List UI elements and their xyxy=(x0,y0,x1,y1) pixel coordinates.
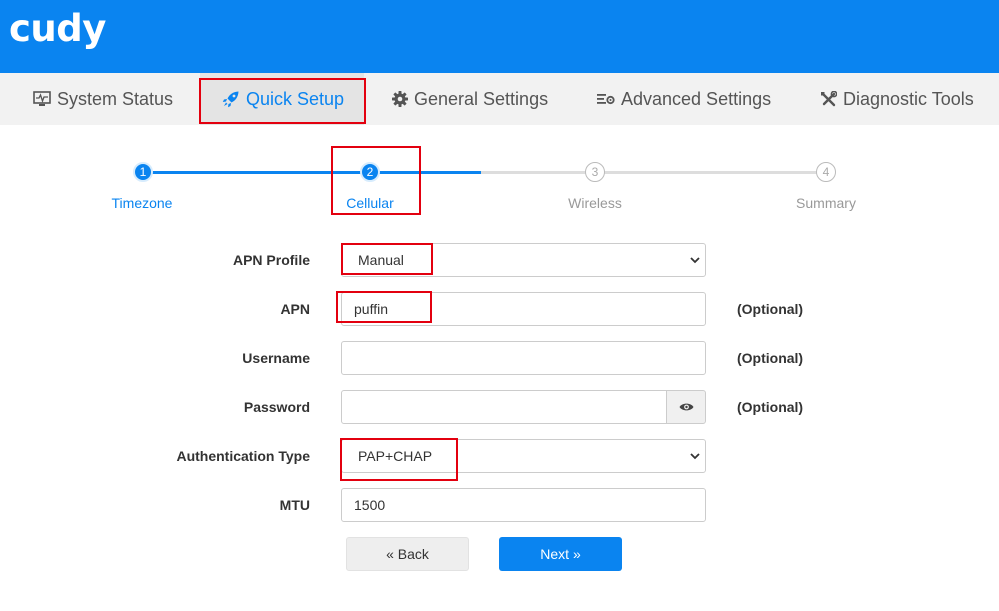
next-button[interactable]: Next » xyxy=(499,537,622,571)
apn-profile-label: APN Profile xyxy=(232,252,310,268)
apn-optional-note: (Optional) xyxy=(737,301,804,317)
nav-general-settings-label: General Settings xyxy=(414,88,549,109)
nav-diagnostic-tools[interactable]: Diagnostic Tools xyxy=(820,73,974,125)
main-nav: System Status Quick Setup General Settin… xyxy=(0,73,999,125)
step-4-marker: 4 xyxy=(816,162,836,182)
apn-profile-select[interactable]: Manual xyxy=(341,243,706,277)
stepper-remaining-line xyxy=(481,171,826,174)
nav-general-settings[interactable]: General Settings xyxy=(392,73,548,125)
step-2-label: Cellular xyxy=(346,195,394,211)
apn-input[interactable]: puffin xyxy=(341,292,706,326)
apn-profile-value: Manual xyxy=(358,252,404,268)
chevron-down-icon xyxy=(690,453,700,460)
nav-advanced-settings-label: Advanced Settings xyxy=(621,88,772,109)
password-label: Password xyxy=(243,399,310,415)
mtu-label: MTU xyxy=(279,497,310,513)
back-button[interactable]: « Back xyxy=(346,537,469,571)
nav-diagnostic-tools-label: Diagnostic Tools xyxy=(843,88,974,109)
password-input[interactable] xyxy=(341,390,667,424)
username-label: Username xyxy=(242,350,310,366)
username-input[interactable] xyxy=(341,341,706,375)
password-optional-note: (Optional) xyxy=(737,399,804,415)
auth-type-label: Authentication Type xyxy=(176,448,310,464)
nav-advanced-settings[interactable]: Advanced Settings xyxy=(597,73,771,125)
nav-system-status[interactable]: System Status xyxy=(33,73,173,125)
nav-quick-setup-label: Quick Setup xyxy=(246,88,345,109)
step-1-marker: 1 xyxy=(133,162,153,182)
sliders-icon xyxy=(597,94,615,105)
step-3-marker: 3 xyxy=(585,162,605,182)
cudy-logo[interactable]: cudy xyxy=(9,10,106,47)
nav-quick-setup[interactable]: Quick Setup xyxy=(200,73,364,125)
mtu-value: 1500 xyxy=(354,497,386,513)
apn-value: puffin xyxy=(354,301,388,317)
auth-type-select[interactable]: PAP+CHAP xyxy=(341,439,706,473)
step-3-label: Wireless xyxy=(568,195,622,211)
username-optional-note: (Optional) xyxy=(737,350,804,366)
step-2-marker: 2 xyxy=(360,162,380,182)
stepper-progress-line xyxy=(143,171,481,174)
step-4-label: Summary xyxy=(796,195,856,211)
eye-icon xyxy=(679,403,693,411)
auth-type-value: PAP+CHAP xyxy=(358,448,433,464)
chevron-down-icon xyxy=(690,257,700,264)
mtu-input[interactable]: 1500 xyxy=(341,488,706,522)
apn-label: APN xyxy=(280,301,310,317)
top-header: cudy xyxy=(0,0,999,73)
nav-system-status-label: System Status xyxy=(57,88,174,109)
step-1-label: Timezone xyxy=(111,195,173,211)
gear-icon xyxy=(392,91,408,107)
show-password-button[interactable] xyxy=(666,390,706,424)
monitor-icon xyxy=(33,91,51,106)
rocket-icon xyxy=(222,91,239,108)
tools-icon xyxy=(821,90,837,106)
